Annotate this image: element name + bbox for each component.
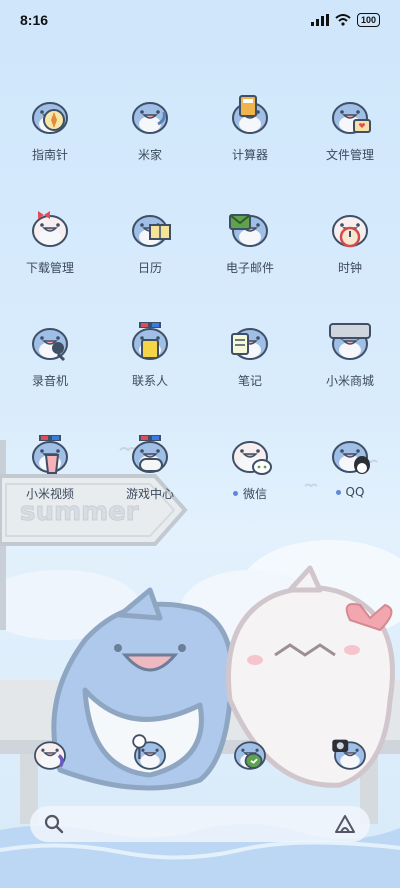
dock-messages[interactable] [227, 729, 273, 775]
app-calculator[interactable]: 计算器 [200, 88, 300, 163]
app-compass[interactable]: 指南针 [0, 88, 100, 163]
app-label-text: 联系人 [131, 374, 168, 388]
status-icons: 100 [310, 13, 380, 27]
app-label-text: 录音机 [31, 374, 68, 388]
status-time: 8:16 [20, 12, 49, 28]
app-label-text: 小米商城 [325, 374, 374, 388]
app-label: 联系人 [132, 372, 168, 389]
dock-browser[interactable] [127, 729, 173, 775]
mi-video-icon[interactable] [24, 427, 76, 479]
app-recorder[interactable]: 录音机 [0, 314, 100, 389]
email-icon[interactable] [224, 201, 276, 253]
app-label: 日历 [138, 259, 162, 276]
browser-icon[interactable] [127, 729, 173, 775]
app-label-text: 下载管理 [25, 261, 74, 275]
phone-icon[interactable] [27, 729, 73, 775]
status-bar: 8:16 100 [0, 0, 400, 40]
app-download-manager[interactable]: 下载管理 [0, 201, 100, 276]
contacts-icon[interactable] [124, 314, 176, 366]
app-label: 微信 [232, 485, 267, 502]
calculator-icon[interactable] [224, 88, 276, 140]
new-install-dot [232, 491, 238, 496]
app-clock[interactable]: 时钟 [300, 201, 400, 276]
search-bar[interactable] [30, 806, 370, 842]
app-email[interactable]: 电子邮件 [200, 201, 300, 276]
app-mi-store[interactable]: 小米商城 [300, 314, 400, 389]
app-label-text: 计算器 [231, 148, 268, 162]
app-label-text: 时钟 [337, 261, 362, 275]
search-icon[interactable] [44, 814, 64, 834]
app-file-manager[interactable]: 文件管理 [300, 88, 400, 163]
app-label: 计算器 [232, 146, 268, 163]
app-wechat[interactable]: 微信 [200, 427, 300, 502]
messages-icon[interactable] [227, 729, 273, 775]
app-game-center[interactable]: 游戏中心 [100, 427, 200, 502]
dock-camera[interactable] [327, 729, 373, 775]
camera-icon[interactable] [327, 729, 373, 775]
calendar-icon[interactable] [124, 201, 176, 253]
app-calendar[interactable]: 日历 [100, 201, 200, 276]
wechat-icon[interactable] [224, 427, 276, 479]
ai-assistant-icon[interactable] [334, 814, 356, 834]
app-label-text: 指南针 [31, 148, 68, 162]
battery-icon: 100 [356, 13, 380, 27]
app-label: 电子邮件 [226, 259, 274, 276]
mi-store-icon[interactable] [324, 314, 376, 366]
app-mijia[interactable]: 米家 [100, 88, 200, 163]
download-manager-icon[interactable] [24, 201, 76, 253]
app-label-text: 小米视频 [25, 487, 74, 501]
app-contacts[interactable]: 联系人 [100, 314, 200, 389]
app-qq[interactable]: QQ [300, 427, 400, 502]
app-mi-video[interactable]: 小米视频 [0, 427, 100, 502]
app-label-text: 日历 [137, 261, 162, 275]
app-label: 小米商城 [326, 372, 374, 389]
mijia-icon[interactable] [124, 88, 176, 140]
app-label-text: 游戏中心 [125, 487, 174, 501]
clock-icon[interactable] [324, 201, 376, 253]
app-label-text: 米家 [137, 148, 162, 162]
dock [0, 722, 400, 782]
app-label: QQ [335, 485, 365, 499]
wifi-icon [335, 14, 351, 26]
qq-icon[interactable] [324, 427, 376, 479]
file-manager-icon[interactable] [324, 88, 376, 140]
notes-icon[interactable] [224, 314, 276, 366]
compass-icon[interactable] [24, 88, 76, 140]
app-label: 下载管理 [26, 259, 74, 276]
app-label: 笔记 [238, 372, 262, 389]
app-notes[interactable]: 笔记 [200, 314, 300, 389]
app-grid: 指南针 米家 计算器 文件管理下载管理 日历 电子邮件 时钟录音机 联系人 笔记 小米商城小米视频… [0, 88, 400, 502]
game-center-icon[interactable] [124, 427, 176, 479]
new-install-dot [335, 489, 341, 495]
app-label: 游戏中心 [126, 485, 174, 502]
app-label: 时钟 [338, 259, 362, 276]
app-label-text: 微信 [242, 487, 267, 501]
signal-icon [310, 14, 329, 26]
app-label: 文件管理 [326, 146, 374, 163]
app-label: 指南针 [32, 146, 68, 163]
app-label-text: 电子邮件 [225, 261, 274, 275]
app-label: 小米视频 [26, 485, 74, 502]
app-label: 录音机 [32, 372, 68, 389]
app-label-text: QQ [345, 485, 365, 499]
dock-phone[interactable] [27, 729, 73, 775]
app-label-text: 文件管理 [325, 148, 374, 162]
app-label-text: 笔记 [237, 374, 262, 388]
app-label: 米家 [138, 146, 162, 163]
recorder-icon[interactable] [24, 314, 76, 366]
